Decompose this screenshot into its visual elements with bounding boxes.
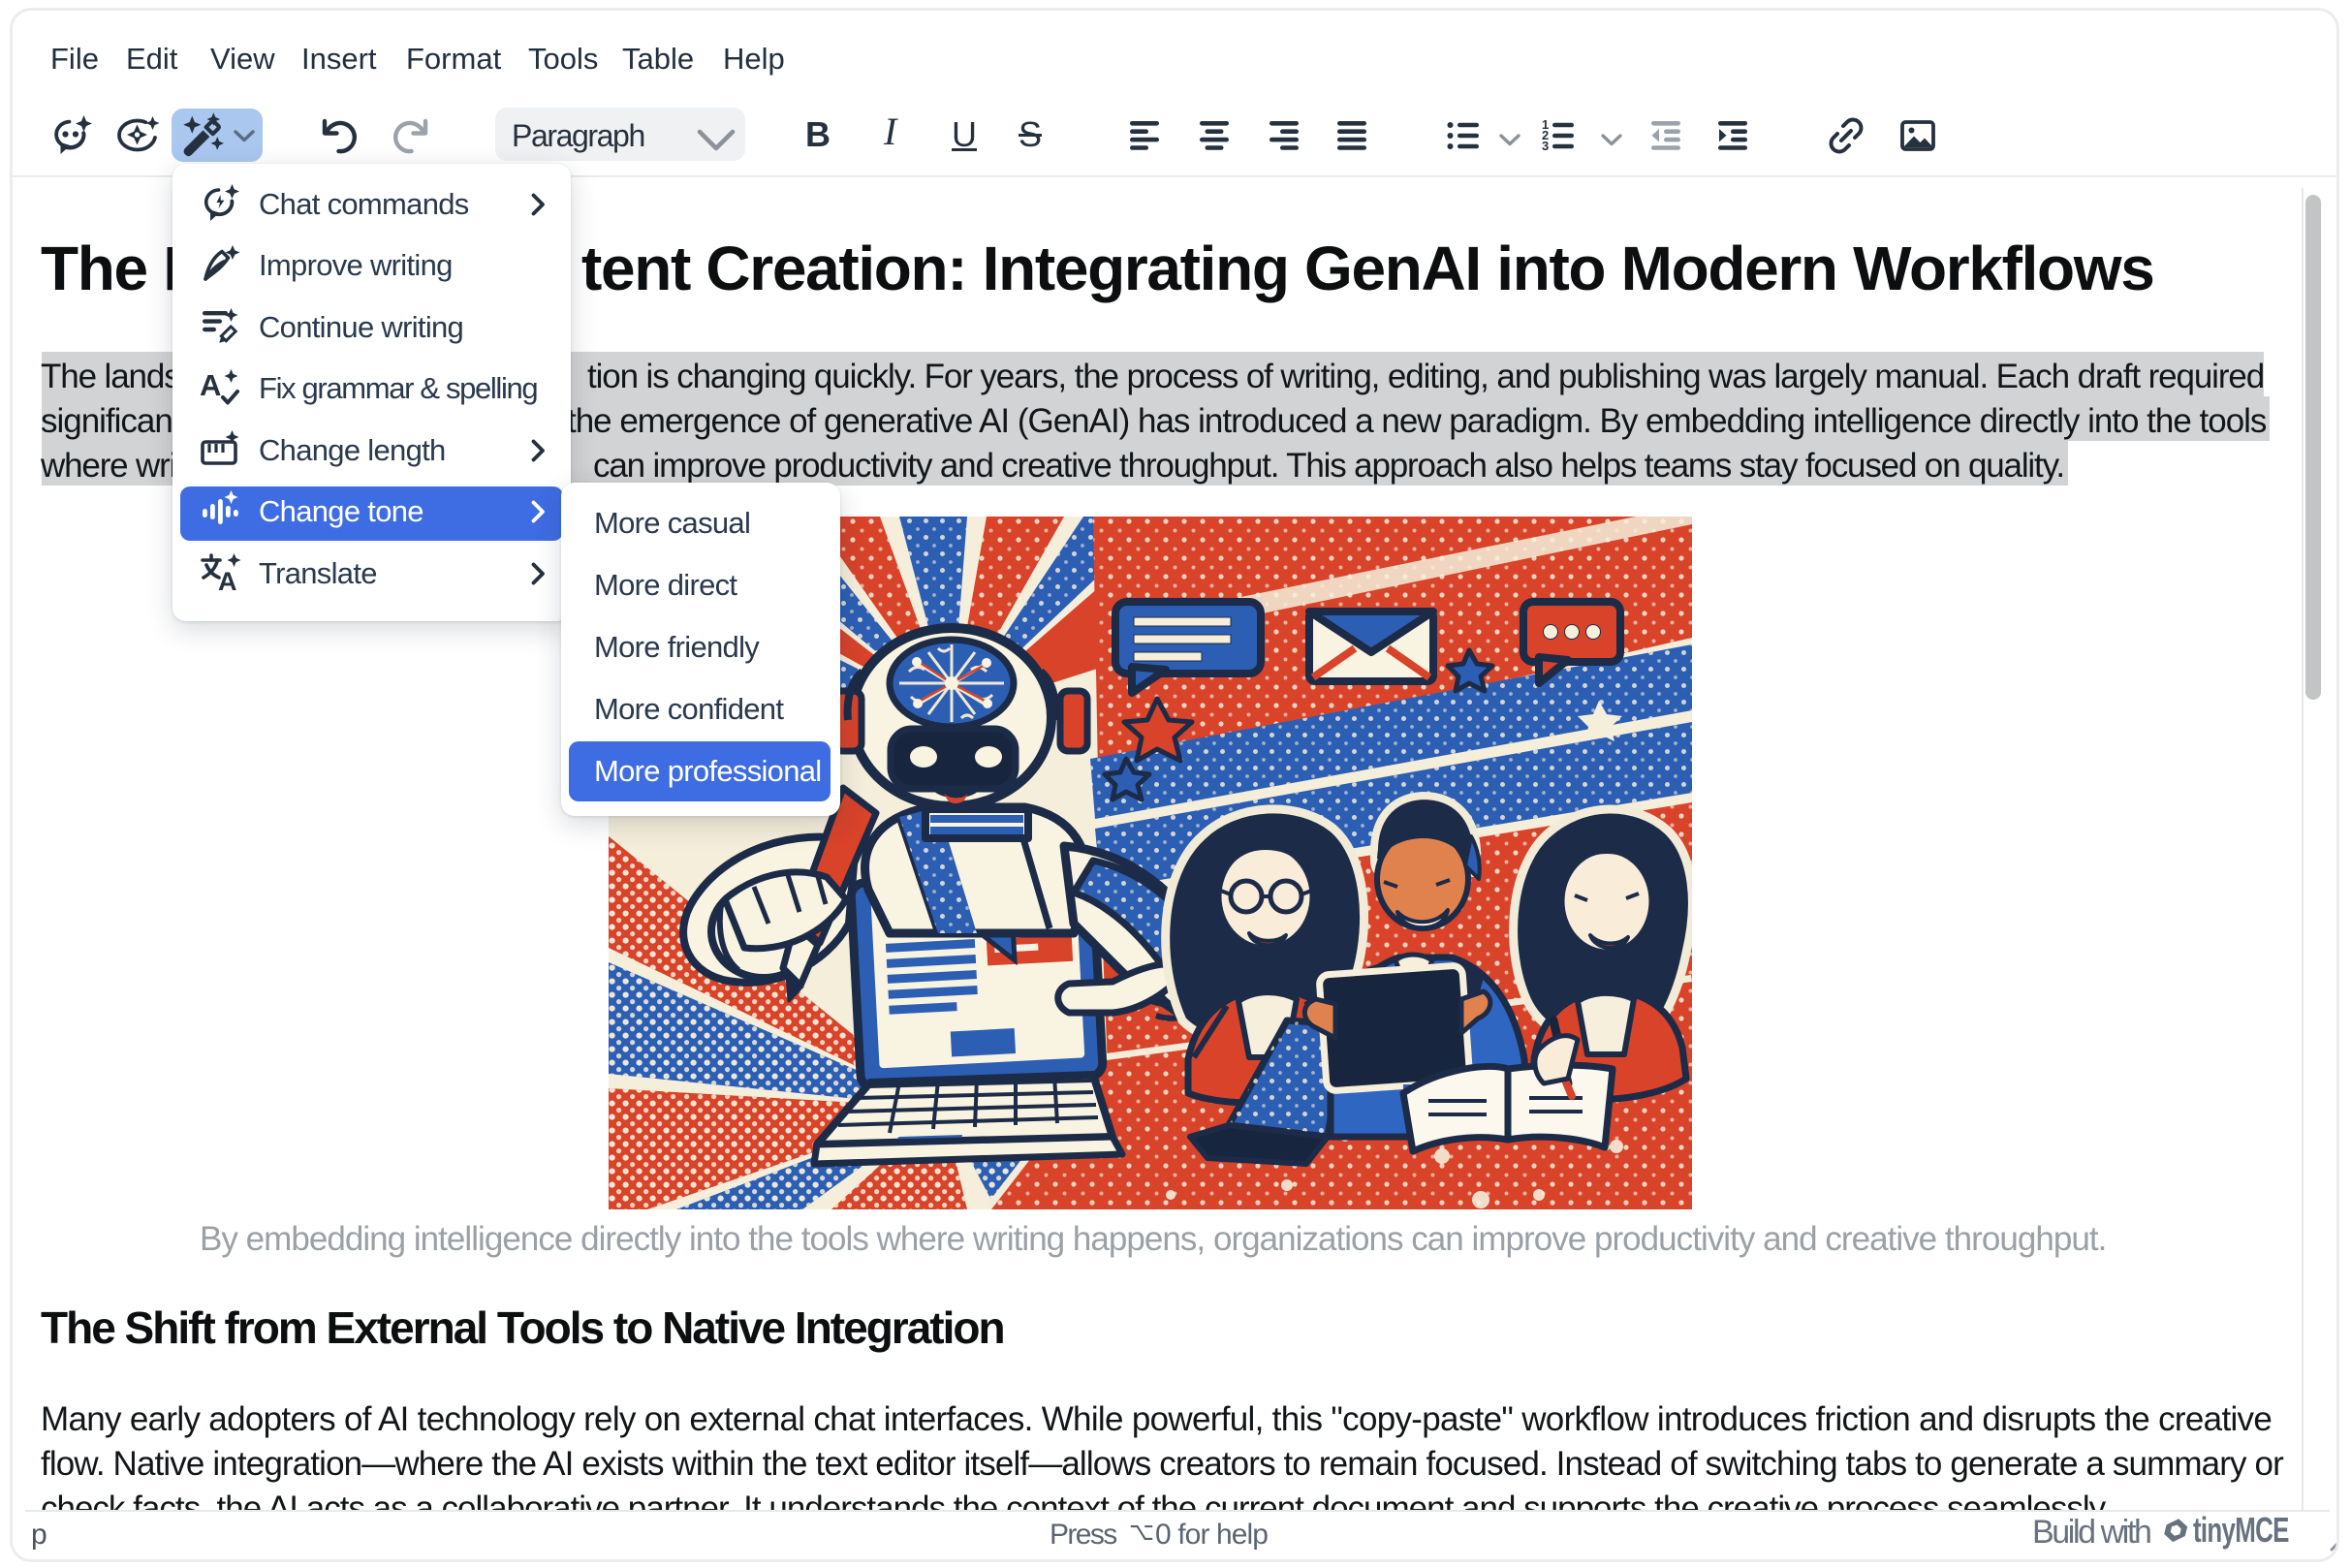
svg-text:3: 3 xyxy=(1542,139,1549,153)
svg-text:A: A xyxy=(218,567,237,594)
svg-text:A: A xyxy=(200,368,221,402)
